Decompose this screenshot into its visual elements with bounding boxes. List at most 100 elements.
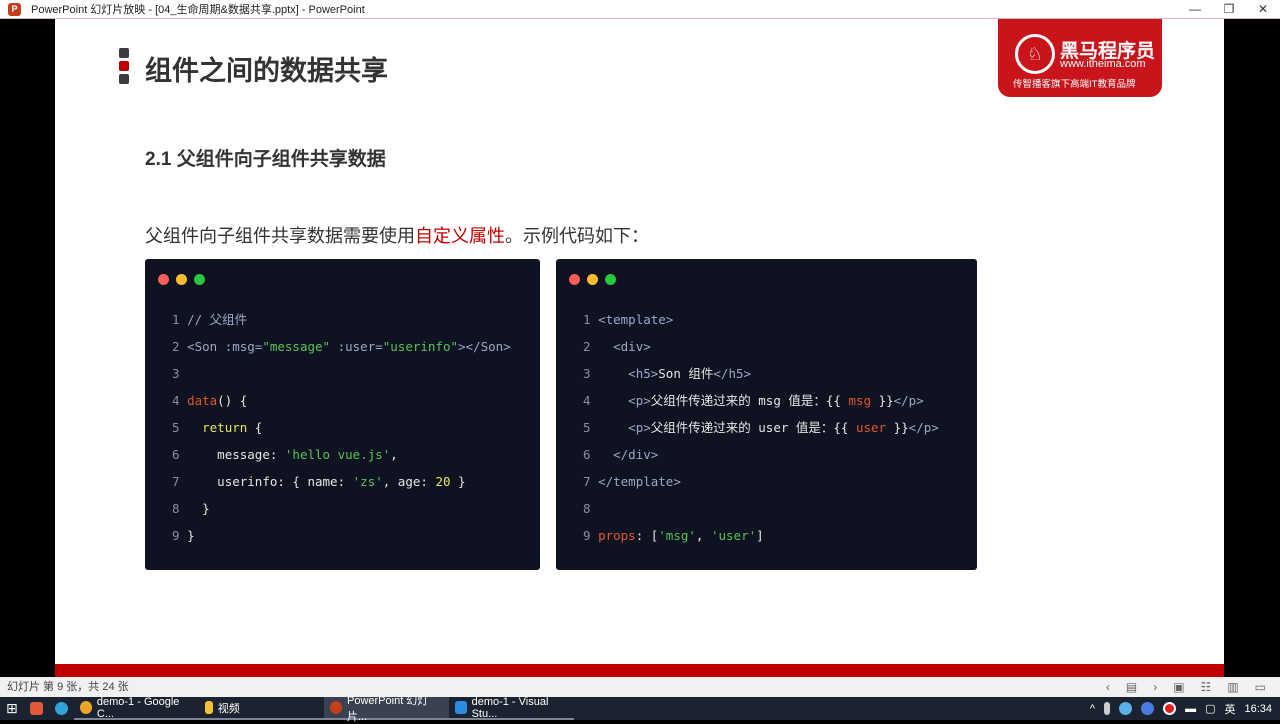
line-number: 5 bbox=[583, 420, 599, 435]
code-token: 父组件传递过来的 user 值是：{{ bbox=[650, 420, 856, 435]
line-number: 9 bbox=[172, 528, 188, 543]
code-token: </div> bbox=[598, 447, 659, 462]
code-token: } bbox=[187, 528, 195, 543]
code-token: , bbox=[390, 447, 398, 462]
code-token: // 父组件 bbox=[187, 312, 248, 327]
sorter-view-icon[interactable]: ☷ bbox=[1201, 677, 1212, 697]
app-label: PowerPoint 幻灯片... bbox=[347, 694, 429, 723]
taskbar-pinned-app[interactable] bbox=[24, 697, 49, 720]
window-title: PowerPoint 幻灯片放映 - [04_生命周期&数据共享.pptx] -… bbox=[31, 4, 365, 16]
code-block-child: 1 <template> 2 <div> 3 <h5>Son 组件</h5> 4 <p… bbox=[556, 259, 977, 570]
code-token: <h5> bbox=[598, 366, 659, 381]
line-number: 6 bbox=[172, 447, 188, 462]
code-line: 5 <p>父组件传递过来的 user 值是：{{ user }}</p> bbox=[583, 417, 939, 444]
code-token: return bbox=[187, 420, 248, 435]
code-token: data bbox=[187, 393, 218, 408]
desc-text-end: 。示例代码如下： bbox=[505, 226, 649, 246]
system-tray: ^ ▬ ▢ 英 16:34 bbox=[1090, 701, 1272, 717]
line-number: 2 bbox=[583, 339, 599, 354]
window-titlebar: P PowerPoint 幻灯片放映 - [04_生命周期&数据共享.pptx]… bbox=[0, 0, 1280, 19]
code-token: } bbox=[187, 501, 210, 516]
slide-menu-icon[interactable]: ▤ bbox=[1126, 677, 1137, 697]
section-heading: 2.1 父组件向子组件共享数据 bbox=[145, 149, 386, 170]
line-number: 8 bbox=[172, 501, 188, 516]
logo-url: www.itheima.com bbox=[1060, 58, 1146, 70]
window-dots-icon bbox=[158, 274, 205, 285]
chrome-icon bbox=[79, 701, 92, 714]
code-line: 6 message: 'hello vue.js', bbox=[172, 444, 511, 471]
code-token: "message" bbox=[262, 339, 331, 354]
code-token: 'hello vue.js' bbox=[284, 447, 391, 462]
code-token: <p> bbox=[598, 420, 651, 435]
taskbar-chrome[interactable]: demo-1 - Google C... bbox=[73, 695, 199, 720]
code-token: } bbox=[450, 474, 466, 489]
line-number: 6 bbox=[583, 447, 599, 462]
code-token: userinfo: { name: bbox=[187, 474, 353, 489]
code-block-parent: 1 // 父组件 2 <Son :msg="message" :user="use… bbox=[145, 259, 540, 570]
taskbar-folder[interactable]: 视频 bbox=[198, 697, 324, 720]
code-token: ] bbox=[756, 528, 764, 543]
code-token: </h5> bbox=[713, 366, 752, 381]
code-token: :user= bbox=[330, 339, 383, 354]
desc-highlight: 自定义属性 bbox=[415, 226, 505, 246]
clock[interactable]: 16:34 bbox=[1244, 703, 1272, 715]
line-number: 1 bbox=[172, 312, 188, 327]
slide-counter: 幻灯片 第 9 张，共 24 张 bbox=[7, 681, 129, 693]
tray-app-icon[interactable] bbox=[1119, 702, 1133, 715]
vscode-icon bbox=[454, 701, 467, 714]
next-slide-icon[interactable]: › bbox=[1153, 677, 1157, 697]
start-button[interactable]: ⊞ bbox=[0, 697, 24, 720]
horse-logo-icon: ♘ bbox=[1015, 34, 1055, 74]
slide-title: 组件之间的数据共享 bbox=[145, 56, 388, 86]
display-icon[interactable]: ▢ bbox=[1205, 702, 1215, 715]
code-line: 8 bbox=[583, 498, 939, 525]
code-token: <p> bbox=[598, 393, 651, 408]
code-token: "userinfo" bbox=[382, 339, 459, 354]
prev-slide-icon[interactable]: ‹ bbox=[1106, 677, 1110, 697]
code-token: 父组件传递过来的 msg 值是：{{ bbox=[650, 393, 849, 408]
logo-slogan: 传智播客旗下高端IT教育品牌 bbox=[1013, 79, 1136, 90]
restore-button[interactable]: ❐ bbox=[1212, 0, 1246, 19]
code-token: props bbox=[598, 528, 636, 543]
code-token: () { bbox=[217, 393, 248, 408]
app-label: demo-1 - Google C... bbox=[96, 695, 180, 720]
taskbar-vscode[interactable]: demo-1 - Visual Stu... bbox=[448, 696, 574, 720]
code-token: { bbox=[247, 420, 263, 435]
description: 父组件向子组件共享数据需要使用自定义属性。示例代码如下： bbox=[145, 222, 649, 248]
reading-view-icon[interactable]: ▥ bbox=[1227, 677, 1238, 697]
taskbar-powerpoint[interactable]: PowerPoint 幻灯片... bbox=[323, 695, 449, 723]
code-line: 8 } bbox=[172, 498, 511, 525]
slideshow-view-icon[interactable]: ▭ bbox=[1255, 677, 1266, 697]
line-number: 8 bbox=[583, 501, 591, 516]
microphone-icon[interactable] bbox=[1104, 702, 1111, 715]
edge-button[interactable] bbox=[49, 697, 74, 720]
code-line: 4 data() { bbox=[172, 390, 511, 417]
minimize-button[interactable]: — bbox=[1178, 0, 1212, 19]
window-dots-icon bbox=[569, 274, 616, 285]
record-icon[interactable] bbox=[1163, 702, 1177, 715]
line-number: 2 bbox=[172, 339, 188, 354]
code-token: , age: bbox=[382, 474, 436, 489]
close-button[interactable]: ✕ bbox=[1246, 0, 1280, 19]
code-token: 'zs' bbox=[352, 474, 383, 489]
footer-bar bbox=[55, 664, 1224, 677]
line-number: 7 bbox=[583, 474, 599, 489]
desc-text: 父组件向子组件共享数据需要使用 bbox=[145, 226, 415, 246]
code-line: 1 <template> bbox=[583, 309, 939, 336]
tray-expand-icon[interactable]: ^ bbox=[1090, 703, 1095, 715]
code-token: 20 bbox=[435, 474, 451, 489]
code-lines: 1 // 父组件 2 <Son :msg="message" :user="use… bbox=[172, 309, 511, 552]
line-number: 5 bbox=[172, 420, 188, 435]
code-line: 2 <div> bbox=[583, 336, 939, 363]
code-line: 5 return { bbox=[172, 417, 511, 444]
brand-logo: ♘ 黑马程序员 www.itheima.com 传智播客旗下高端IT教育品牌 bbox=[998, 19, 1162, 97]
line-number: 4 bbox=[583, 393, 599, 408]
code-token: Son 组件 bbox=[658, 366, 714, 381]
pause-icon[interactable] bbox=[1141, 702, 1155, 715]
normal-view-icon[interactable]: ▣ bbox=[1173, 677, 1184, 697]
code-token: </p> bbox=[908, 420, 939, 435]
powerpoint-icon: P bbox=[8, 2, 21, 16]
network-icon[interactable]: ▬ bbox=[1185, 703, 1196, 715]
ime-indicator[interactable]: 英 bbox=[1224, 701, 1235, 717]
code-lines: 1 <template> 2 <div> 3 <h5>Son 组件</h5> 4 <p… bbox=[583, 309, 939, 552]
